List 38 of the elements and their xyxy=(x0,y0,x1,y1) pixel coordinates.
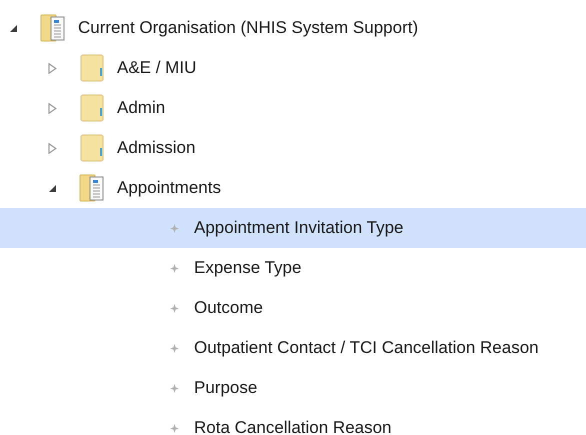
tree-item[interactable]: Admin xyxy=(0,88,586,128)
collapse-arrow-icon[interactable] xyxy=(48,184,57,192)
bullet-icon xyxy=(170,424,179,432)
tree-item[interactable]: A&E / MIU xyxy=(0,48,586,88)
tree-item[interactable]: Appointments xyxy=(0,168,586,208)
bullet-icon xyxy=(170,304,179,312)
bullet-icon xyxy=(170,384,179,392)
tree-item[interactable]: Rota Cancellation Reason xyxy=(0,408,586,435)
tree-item-label: Admission xyxy=(117,138,196,158)
document-folder-icon xyxy=(79,174,105,202)
tree-item-label: Appointments xyxy=(117,178,221,198)
tree-item-label: Appointment Invitation Type xyxy=(194,218,404,238)
expand-arrow-icon[interactable] xyxy=(48,62,57,74)
tree-item-label: Current Organisation (NHIS System Support) xyxy=(78,18,418,38)
tree-item[interactable]: Purpose xyxy=(0,368,586,408)
bullet-icon xyxy=(170,344,179,352)
tree-item[interactable]: Expense Type xyxy=(0,248,586,288)
tree-item-label: A&E / MIU xyxy=(117,58,196,78)
tree-item[interactable]: Outpatient Contact / TCI Cancellation Reason xyxy=(0,328,586,368)
folder-icon xyxy=(79,94,105,122)
collapse-arrow-icon[interactable] xyxy=(9,24,18,32)
tree-item-label: Outcome xyxy=(194,298,263,318)
tree-item-label: Outpatient Contact / TCI Cancellation Reason xyxy=(194,338,539,358)
tree-item-label: Rota Cancellation Reason xyxy=(194,418,392,435)
tree-item-label: Admin xyxy=(117,98,166,118)
bullet-icon xyxy=(170,264,179,272)
tree-item[interactable]: Outcome xyxy=(0,288,586,328)
tree-item[interactable]: Current Organisation (NHIS System Support) xyxy=(0,8,586,48)
expand-arrow-icon[interactable] xyxy=(48,142,57,154)
tree-item[interactable]: Appointment Invitation Type xyxy=(0,208,586,248)
folder-icon xyxy=(79,54,105,82)
folder-icon xyxy=(79,134,105,162)
bullet-icon xyxy=(170,224,179,232)
document-folder-icon xyxy=(40,14,66,42)
tree-item[interactable]: Admission xyxy=(0,128,586,168)
expand-arrow-icon[interactable] xyxy=(48,102,57,114)
tree-item-label: Expense Type xyxy=(194,258,302,278)
tree-item-label: Purpose xyxy=(194,378,258,398)
